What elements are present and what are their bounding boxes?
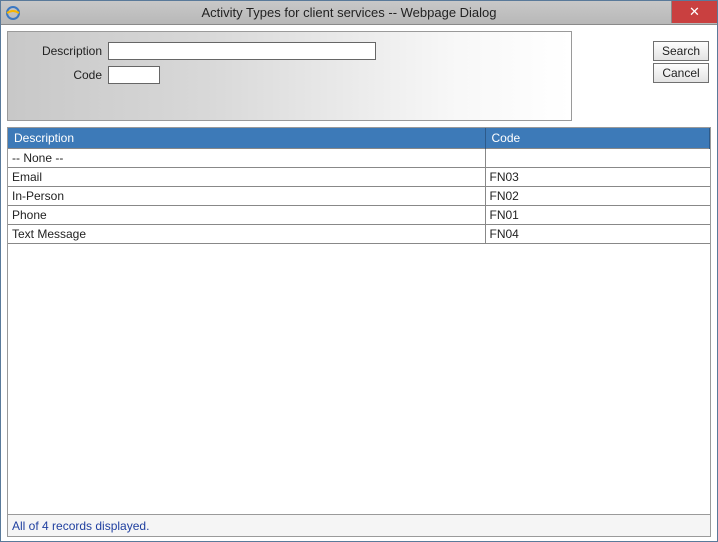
content-area: Description Code Search Cancel bbox=[1, 25, 717, 541]
table-row[interactable]: PhoneFN01 bbox=[8, 206, 710, 225]
titlebar: Activity Types for client services -- We… bbox=[1, 1, 717, 25]
window-title: Activity Types for client services -- We… bbox=[21, 5, 717, 20]
cell-description: Phone bbox=[8, 206, 485, 225]
close-button[interactable]: ✕ bbox=[671, 1, 717, 23]
column-header-description[interactable]: Description bbox=[8, 128, 485, 149]
description-input[interactable] bbox=[108, 42, 376, 60]
cell-code: FN01 bbox=[485, 206, 709, 225]
code-label: Code bbox=[18, 68, 108, 82]
description-label: Description bbox=[18, 44, 108, 58]
cancel-button[interactable]: Cancel bbox=[653, 63, 709, 83]
code-input[interactable] bbox=[108, 66, 160, 84]
table-empty-area bbox=[8, 244, 710, 514]
search-button[interactable]: Search bbox=[653, 41, 709, 61]
table-row[interactable]: EmailFN03 bbox=[8, 168, 710, 187]
table-row[interactable]: -- None -- bbox=[8, 149, 710, 168]
dialog-window: Activity Types for client services -- We… bbox=[0, 0, 718, 542]
cell-code: FN02 bbox=[485, 187, 709, 206]
cell-description: Text Message bbox=[8, 225, 485, 244]
ie-icon bbox=[5, 5, 21, 21]
cell-description: In-Person bbox=[8, 187, 485, 206]
results-table-area: Description Code -- None --EmailFN03In-P… bbox=[7, 127, 711, 537]
cell-code: FN03 bbox=[485, 168, 709, 187]
cell-code: FN04 bbox=[485, 225, 709, 244]
status-bar: All of 4 records displayed. bbox=[8, 514, 710, 536]
table-header-row: Description Code bbox=[8, 128, 710, 149]
close-icon: ✕ bbox=[689, 4, 700, 20]
table-row[interactable]: In-PersonFN02 bbox=[8, 187, 710, 206]
cell-code bbox=[485, 149, 709, 168]
results-table: Description Code -- None --EmailFN03In-P… bbox=[8, 128, 710, 244]
search-row: Description Code Search Cancel bbox=[7, 31, 711, 121]
table-row[interactable]: Text MessageFN04 bbox=[8, 225, 710, 244]
search-panel: Description Code bbox=[7, 31, 572, 121]
cell-description: Email bbox=[8, 168, 485, 187]
cell-description: -- None -- bbox=[8, 149, 485, 168]
button-column: Search Cancel bbox=[653, 31, 711, 83]
column-header-code[interactable]: Code bbox=[485, 128, 709, 149]
